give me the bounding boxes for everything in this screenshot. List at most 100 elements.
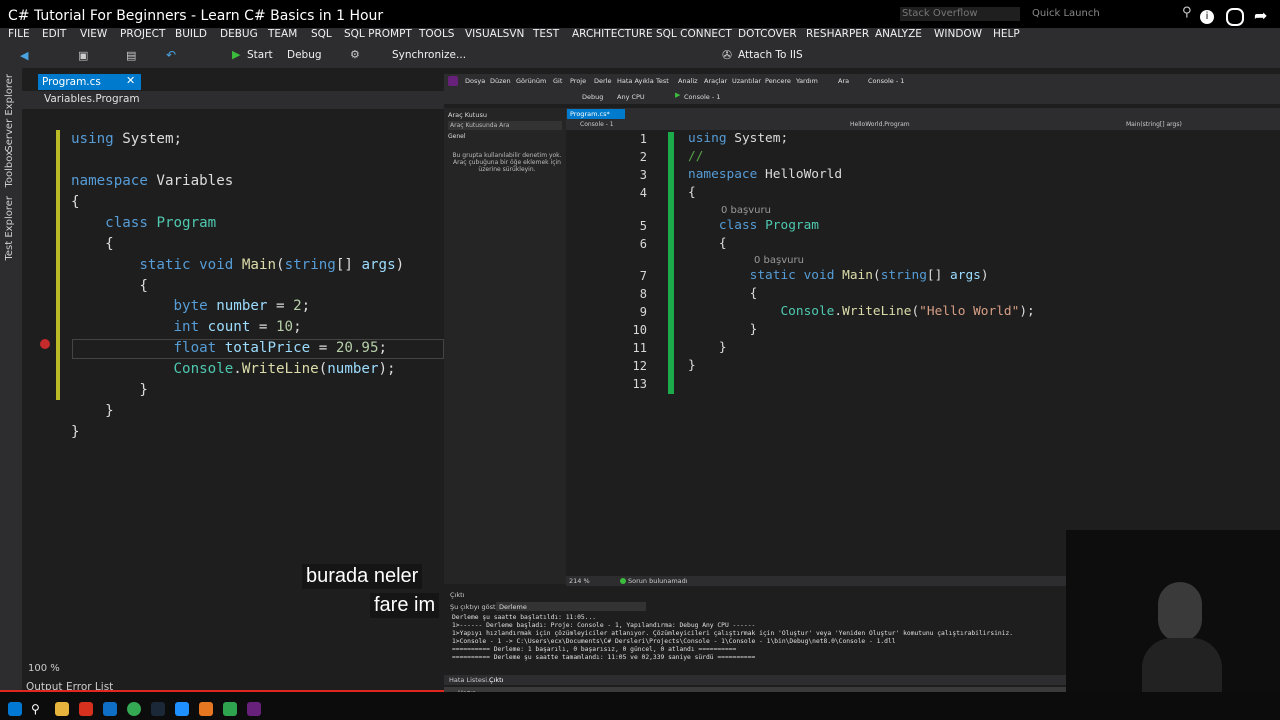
- search-box[interactable]: Stack Overflow: [900, 7, 1020, 21]
- quick-launch[interactable]: Quick Launch: [1032, 8, 1100, 19]
- synchronize-button[interactable]: Synchronize...: [392, 49, 466, 61]
- inner-menu-item[interactable]: Pencere: [765, 77, 791, 85]
- code-line[interactable]: float totalPrice = 20.95;: [71, 340, 388, 356]
- clock-icon[interactable]: [1226, 8, 1244, 26]
- code-line[interactable]: namespace Variables: [71, 173, 233, 189]
- code-line[interactable]: class Program: [688, 218, 819, 233]
- inner-menu-item[interactable]: Git: [553, 77, 562, 85]
- search-taskbar-icon[interactable]: ⚲: [31, 702, 45, 716]
- code-line[interactable]: using System;: [688, 131, 788, 146]
- breakpoint-icon[interactable]: [40, 339, 50, 349]
- code-line[interactable]: {: [688, 286, 758, 301]
- vlc-icon[interactable]: [199, 702, 213, 716]
- menu-item[interactable]: VIEW: [80, 28, 107, 40]
- code-line[interactable]: {: [71, 278, 148, 294]
- code-line[interactable]: Console.WriteLine(number);: [71, 361, 396, 377]
- code-line[interactable]: }: [688, 340, 727, 355]
- menu-item[interactable]: ARCHITECTURE: [572, 28, 653, 40]
- inner-menu-item[interactable]: Test: [656, 77, 669, 85]
- app-icon[interactable]: [103, 702, 117, 716]
- info-icon[interactable]: i: [1200, 10, 1214, 24]
- menu-item[interactable]: PROJECT: [120, 28, 165, 40]
- menu-item[interactable]: ANALYZE: [875, 28, 922, 40]
- inner-menu-item[interactable]: Ara: [838, 77, 849, 85]
- steam-icon[interactable]: [151, 702, 165, 716]
- toolbox-tab[interactable]: Toolbox: [4, 150, 15, 188]
- inner-menu-item[interactable]: Araçlar: [704, 77, 727, 85]
- menu-item[interactable]: TEST: [533, 28, 559, 40]
- inner-menu-item[interactable]: Dosya: [465, 77, 485, 85]
- inner-platform[interactable]: Any CPU: [617, 93, 645, 101]
- inner-menu-item[interactable]: Analiz: [678, 77, 698, 85]
- windows-start-icon[interactable]: [8, 702, 22, 716]
- save-icon[interactable]: ▤: [126, 49, 136, 62]
- code-line[interactable]: {: [688, 236, 727, 251]
- menu-item[interactable]: DOTCOVER: [738, 28, 797, 40]
- code-line[interactable]: namespace HelloWorld: [688, 167, 842, 182]
- code-line[interactable]: }: [71, 403, 114, 419]
- issues-status[interactable]: Sorun bulunamadı: [628, 577, 688, 585]
- tab-program-cs-inner[interactable]: Program.cs*: [567, 109, 625, 119]
- menu-item[interactable]: BUILD: [175, 28, 207, 40]
- inner-menu-item[interactable]: Uzantılar: [732, 77, 761, 85]
- menu-item[interactable]: TOOLS: [419, 28, 454, 40]
- menu-item[interactable]: WINDOW: [934, 28, 982, 40]
- start-icon[interactable]: ▶: [232, 48, 240, 61]
- nav-member[interactable]: Main(string[] args): [1126, 121, 1182, 128]
- undo-icon[interactable]: ↶: [166, 48, 176, 62]
- code-line[interactable]: int count = 10;: [71, 319, 302, 335]
- inner-config[interactable]: Debug: [582, 93, 603, 101]
- tab-error-list-inner[interactable]: Hata Listesi...: [449, 676, 493, 684]
- new-project-icon[interactable]: ▣: [78, 49, 88, 62]
- inner-menu-item[interactable]: Düzen: [490, 77, 511, 85]
- inner-zoom[interactable]: 214 %: [569, 577, 590, 585]
- menu-item[interactable]: TEAM: [268, 28, 297, 40]
- menu-item[interactable]: FILE: [8, 28, 30, 40]
- inner-menu-item[interactable]: Proje: [570, 77, 586, 85]
- code-line[interactable]: //: [688, 149, 703, 164]
- breadcrumb[interactable]: Variables.Program: [22, 91, 444, 109]
- back-icon[interactable]: ◀: [20, 49, 28, 62]
- app-icon[interactable]: [175, 702, 189, 716]
- toolbox-group[interactable]: Genel: [448, 133, 466, 140]
- file-explorer-icon[interactable]: [55, 702, 69, 716]
- nav-class[interactable]: HelloWorld.Program: [850, 121, 910, 128]
- menu-item[interactable]: SQL PROMPT: [344, 28, 412, 40]
- inner-menu-item[interactable]: Görünüm: [516, 77, 546, 85]
- menu-item[interactable]: VISUALSVN: [465, 28, 524, 40]
- code-line[interactable]: {: [71, 194, 80, 210]
- code-line[interactable]: byte number = 2;: [71, 298, 311, 314]
- nav-project[interactable]: Console - 1: [580, 121, 614, 128]
- chrome-icon[interactable]: [127, 702, 141, 716]
- code-line[interactable]: }: [688, 322, 758, 337]
- tool-icon[interactable]: ⚙: [350, 48, 360, 61]
- start-button[interactable]: Start: [247, 49, 273, 61]
- config-dropdown[interactable]: Debug: [287, 49, 322, 61]
- output-source-dropdown[interactable]: Derleme: [496, 602, 646, 611]
- inner-run-button[interactable]: Console - 1: [684, 93, 720, 101]
- inner-run-icon[interactable]: ▶: [675, 91, 680, 99]
- close-icon[interactable]: ✕: [126, 74, 135, 87]
- code-line[interactable]: static void Main(string[] args): [688, 268, 989, 283]
- toolbox-search[interactable]: Araç Kutusunda Ara: [448, 121, 562, 130]
- reference-count[interactable]: 0 başvuru: [721, 205, 771, 216]
- attach-icon[interactable]: ✇: [722, 48, 732, 62]
- code-line[interactable]: class Program: [71, 215, 216, 231]
- share-icon[interactable]: ➦: [1254, 6, 1267, 25]
- menu-item[interactable]: HELP: [993, 28, 1020, 40]
- code-line[interactable]: {: [688, 185, 696, 200]
- code-line[interactable]: static void Main(string[] args): [71, 257, 404, 273]
- visual-studio-icon[interactable]: [247, 702, 261, 716]
- zoom-level[interactable]: 100 %: [28, 663, 60, 674]
- inner-menu-item[interactable]: Derle: [594, 77, 611, 85]
- search-icon[interactable]: ⚲: [1182, 5, 1192, 20]
- menu-item[interactable]: DEBUG: [220, 28, 258, 40]
- inner-menu-item[interactable]: Yardım: [796, 77, 818, 85]
- server-explorer-tab[interactable]: Server Explorer: [4, 74, 15, 152]
- tab-output-inner[interactable]: Çıktı: [489, 676, 503, 684]
- app-icon[interactable]: [223, 702, 237, 716]
- code-line[interactable]: {: [71, 236, 114, 252]
- code-line[interactable]: using System;: [71, 131, 182, 147]
- menu-item[interactable]: RESHARPER: [806, 28, 869, 40]
- app-icon[interactable]: [79, 702, 93, 716]
